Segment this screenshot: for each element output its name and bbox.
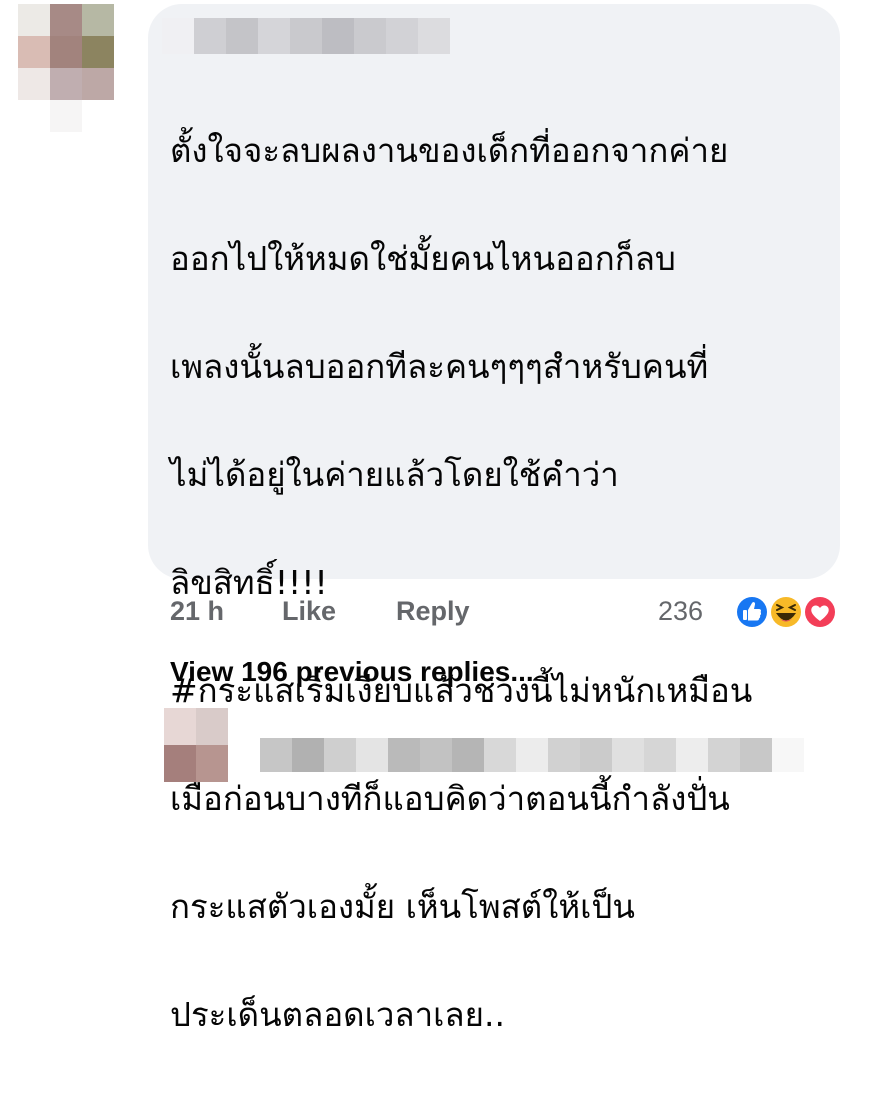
comment-actions: 21 h Like Reply 236 — [170, 592, 840, 636]
reply-preview[interactable] — [228, 738, 804, 772]
like-button[interactable]: Like — [282, 596, 336, 627]
comment-line: เพลงนั้นลบออกทีละคนๆๆๆสำหรับคนที่ — [170, 347, 709, 386]
timestamp[interactable]: 21 h — [170, 596, 224, 627]
commenter-name[interactable] — [162, 18, 450, 54]
like-icon — [735, 595, 769, 629]
comment-text: ตั้งใจจะลบผลงานของเด็กที่ออกจากค่าย ออกไ… — [170, 70, 830, 1096]
reactions-summary[interactable] — [724, 592, 840, 636]
comment-line: ตั้งใจจะลบผลงานของเด็กที่ออกจากค่าย — [170, 131, 729, 170]
comment-line: กระแสตัวเองมั้ย เห็นโพสต์ให้เป็น — [170, 887, 635, 926]
reaction-count[interactable]: 236 — [658, 596, 703, 627]
comment-line: ออกไปให้หมดใช่มั้ยคนไหนออกก็ลบ — [170, 239, 676, 278]
reply-button[interactable]: Reply — [396, 596, 470, 627]
comment-line: ประเด็นตลอดเวลาเลย.. — [170, 995, 505, 1034]
comment-line: ไม่ได้อยู่ในค่ายแล้วโดยใช้คำว่า — [170, 455, 619, 494]
comment-line: เมื่อก่อนบางทีก็แอบคิดว่าตอนนี้กำลังปั่น — [170, 779, 730, 818]
haha-icon — [769, 595, 803, 629]
love-icon — [803, 595, 837, 629]
avatar[interactable] — [18, 4, 114, 132]
reply-avatar[interactable] — [164, 708, 228, 782]
view-previous-replies-link[interactable]: View 196 previous replies... — [170, 656, 534, 688]
